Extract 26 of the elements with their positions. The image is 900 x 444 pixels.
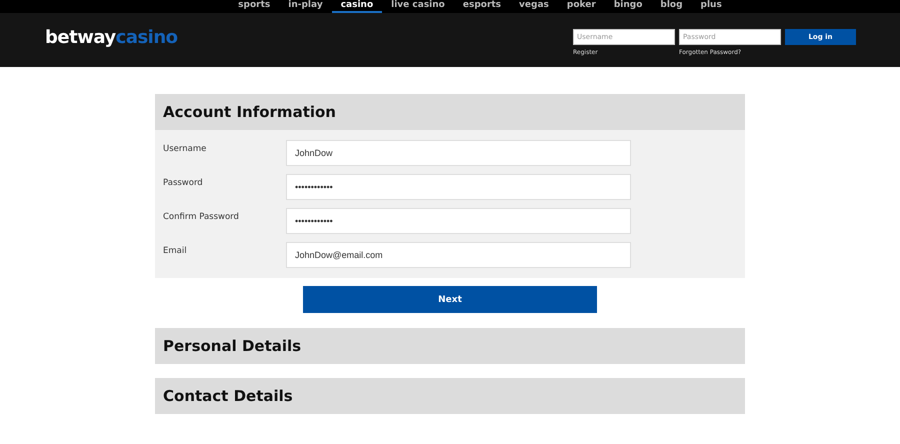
section-title: Personal Details	[163, 337, 302, 355]
input-field[interactable]: JohnDow@email.com	[286, 242, 631, 268]
nav-tab[interactable]: esports	[454, 0, 510, 13]
section-header[interactable]: Contact Details	[155, 378, 745, 414]
section-header[interactable]: Personal Details	[155, 328, 745, 364]
logo-text: betway	[45, 27, 116, 48]
input-field[interactable]: ••••••••••••	[286, 208, 631, 234]
section-header[interactable]: Account Information	[155, 94, 745, 130]
logo-text: casino	[116, 27, 178, 48]
nav-tab[interactable]: live casino	[382, 0, 454, 13]
nav-tab[interactable]: blog	[651, 0, 692, 13]
nav-tab[interactable]: vegas	[510, 0, 558, 13]
nav-tab[interactable]: sports	[229, 0, 280, 13]
field-label: Confirm Password	[162, 212, 240, 222]
nav-tab[interactable]: in-play	[279, 0, 332, 13]
input-field[interactable]: JohnDow	[286, 140, 631, 166]
section-title: Contact Details	[163, 387, 293, 405]
nav-tab[interactable]: poker	[558, 0, 605, 13]
field-label: Password	[162, 178, 204, 188]
field-label: Username	[162, 144, 208, 154]
field-label: Email	[162, 246, 188, 256]
next-button[interactable]: Next	[303, 286, 597, 313]
nav-tab[interactable]: bingo	[604, 0, 652, 13]
input-field[interactable]: ••••••••••••	[286, 174, 631, 200]
section-title: Account Information	[163, 103, 336, 121]
nav-tab[interactable]: plus	[692, 0, 731, 13]
